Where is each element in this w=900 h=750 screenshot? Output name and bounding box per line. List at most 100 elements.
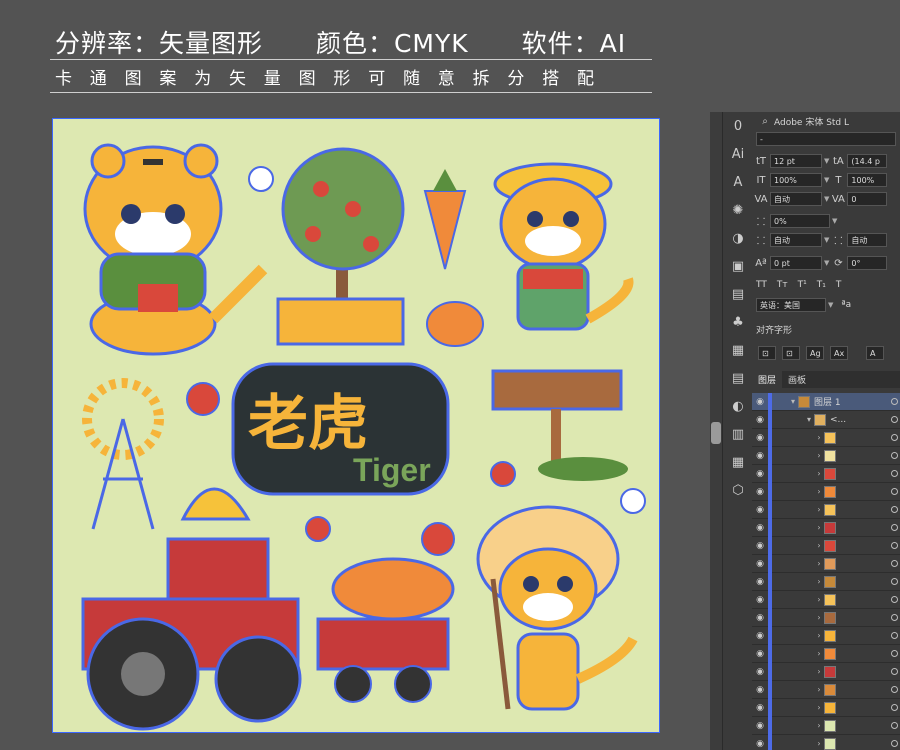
haystack[interactable] bbox=[180, 487, 251, 521]
chevron-down-icon[interactable]: ▼ bbox=[828, 301, 833, 309]
expand-arrow-icon[interactable]: › bbox=[814, 451, 824, 460]
tab-artboards[interactable]: 画板 bbox=[782, 371, 812, 388]
expand-arrow-icon[interactable]: › bbox=[814, 577, 824, 586]
target-circle-icon[interactable] bbox=[891, 488, 898, 495]
layer-row[interactable]: ◉ › bbox=[752, 698, 900, 717]
eye-icon[interactable]: ◉ bbox=[752, 703, 768, 713]
expand-arrow-icon[interactable]: › bbox=[814, 433, 824, 442]
expand-arrow-icon[interactable]: ▾ bbox=[788, 397, 798, 406]
tool-icon-1[interactable]: Ai bbox=[723, 140, 753, 168]
target-circle-icon[interactable] bbox=[891, 434, 898, 441]
target-circle-icon[interactable] bbox=[891, 686, 898, 693]
eye-icon[interactable]: ◉ bbox=[752, 631, 768, 641]
eye-icon[interactable]: ◉ bbox=[752, 469, 768, 479]
subscript-button[interactable]: T₁ bbox=[817, 280, 826, 290]
target-circle-icon[interactable] bbox=[891, 416, 898, 423]
expand-arrow-icon[interactable]: › bbox=[814, 469, 824, 478]
wooden-sign[interactable] bbox=[491, 369, 628, 481]
expand-arrow-icon[interactable]: › bbox=[814, 595, 824, 604]
superscript-button[interactable]: T¹ bbox=[798, 280, 807, 290]
aki-left-field[interactable]: 自动 bbox=[770, 233, 822, 247]
expand-arrow-icon[interactable]: › bbox=[814, 523, 824, 532]
font-search-row[interactable]: ⌕ Adobe 宋体 Std L bbox=[756, 112, 849, 130]
layer-row[interactable]: ◉ › bbox=[752, 734, 900, 750]
layer-row[interactable]: ◉ › bbox=[752, 518, 900, 537]
layer-row[interactable]: ◉ › bbox=[752, 662, 900, 681]
tool-icon-3[interactable]: ✺ bbox=[723, 196, 753, 224]
tool-icon-4[interactable]: ◑ bbox=[723, 224, 753, 252]
layer-name[interactable]: <... bbox=[830, 415, 846, 425]
expand-arrow-icon[interactable]: › bbox=[814, 631, 824, 640]
tool-icon-11[interactable]: ▥ bbox=[723, 420, 753, 448]
layer-row[interactable]: ◉ › bbox=[752, 572, 900, 591]
target-circle-icon[interactable] bbox=[891, 470, 898, 477]
layer-row[interactable]: ◉ › bbox=[752, 464, 900, 483]
expand-arrow-icon[interactable]: › bbox=[814, 649, 824, 658]
eye-icon[interactable]: ◉ bbox=[752, 559, 768, 569]
eye-icon[interactable]: ◉ bbox=[752, 397, 768, 407]
eye-icon[interactable]: ◉ bbox=[752, 577, 768, 587]
tool-icon-9[interactable]: ▤ bbox=[723, 364, 753, 392]
artboard[interactable]: 老虎 Tiger bbox=[52, 118, 660, 733]
layer-row[interactable]: ◉ › bbox=[752, 680, 900, 699]
tool-icon-2[interactable]: A bbox=[723, 168, 753, 196]
layer-row[interactable]: ◉ › bbox=[752, 644, 900, 663]
eye-icon[interactable]: ◉ bbox=[752, 613, 768, 623]
target-circle-icon[interactable] bbox=[891, 740, 898, 747]
tracking-field[interactable]: 0 bbox=[847, 192, 888, 206]
expand-arrow-icon[interactable]: › bbox=[814, 703, 824, 712]
layer-row[interactable]: ◉ › bbox=[752, 716, 900, 735]
layer-row[interactable]: ◉ › bbox=[752, 428, 900, 447]
layer-row[interactable]: ◉ › bbox=[752, 536, 900, 555]
vertical-scrollbar[interactable] bbox=[710, 112, 722, 750]
tool-icon-12[interactable]: ▦ bbox=[723, 448, 753, 476]
target-circle-icon[interactable] bbox=[891, 452, 898, 459]
target-circle-icon[interactable] bbox=[891, 578, 898, 585]
expand-arrow-icon[interactable]: › bbox=[814, 613, 824, 622]
layer-row[interactable]: ◉ › bbox=[752, 554, 900, 573]
all-caps-button[interactable]: TT bbox=[756, 280, 767, 290]
font-style-field[interactable]: - bbox=[756, 132, 896, 146]
target-circle-icon[interactable] bbox=[891, 632, 898, 639]
layer-row[interactable]: ◉ › bbox=[752, 590, 900, 609]
eye-icon[interactable]: ◉ bbox=[752, 433, 768, 443]
tiger-with-vegetables[interactable] bbox=[83, 143, 268, 356]
tractor[interactable] bbox=[81, 537, 302, 731]
eye-icon[interactable]: ◉ bbox=[752, 505, 768, 515]
tiger-with-pitchfork[interactable] bbox=[476, 505, 638, 711]
target-circle-icon[interactable] bbox=[891, 668, 898, 675]
eye-icon[interactable]: ◉ bbox=[752, 541, 768, 551]
expand-arrow-icon[interactable]: ▾ bbox=[804, 415, 814, 424]
tab-layers[interactable]: 图层 bbox=[752, 371, 783, 388]
font-size-field[interactable]: 12 pt bbox=[770, 154, 822, 168]
target-circle-icon[interactable] bbox=[891, 722, 898, 729]
tool-icon-5[interactable]: ▣ bbox=[723, 252, 753, 280]
eye-icon[interactable]: ◉ bbox=[752, 667, 768, 677]
layer-row[interactable]: ◉ › bbox=[752, 500, 900, 519]
underline-button[interactable]: T bbox=[836, 280, 842, 290]
target-circle-icon[interactable] bbox=[891, 650, 898, 657]
expand-arrow-icon[interactable]: › bbox=[814, 541, 824, 550]
tool-icon-13[interactable]: ⬡ bbox=[723, 476, 753, 504]
eye-icon[interactable]: ◉ bbox=[752, 595, 768, 605]
eye-icon[interactable]: ◉ bbox=[752, 523, 768, 533]
layer-row-main[interactable]: ◉ ▾ 图层 1 bbox=[752, 392, 900, 411]
small-caps-button[interactable]: Tт bbox=[777, 280, 788, 290]
target-circle-icon[interactable] bbox=[891, 542, 898, 549]
pumpkin[interactable] bbox=[426, 301, 484, 347]
font-style-row[interactable]: - bbox=[756, 130, 896, 148]
target-circle-icon[interactable] bbox=[891, 524, 898, 531]
eye-icon[interactable]: ◉ bbox=[752, 685, 768, 695]
vertical-scale-field[interactable]: 100% bbox=[770, 173, 822, 187]
expand-arrow-icon[interactable]: › bbox=[814, 487, 824, 496]
eye-icon[interactable]: ◉ bbox=[752, 415, 768, 425]
eye-icon[interactable]: ◉ bbox=[752, 487, 768, 497]
expand-arrow-icon[interactable]: › bbox=[814, 685, 824, 694]
tool-icon-7[interactable]: ♣ bbox=[723, 308, 753, 336]
glyph-align-button-3[interactable]: Ag bbox=[806, 346, 824, 360]
aki-right-field[interactable]: 自动 bbox=[847, 233, 888, 247]
expand-arrow-icon[interactable]: › bbox=[814, 739, 824, 748]
target-circle-icon[interactable] bbox=[891, 398, 898, 405]
expand-arrow-icon[interactable]: › bbox=[814, 559, 824, 568]
glyph-align-button-4[interactable]: Ax bbox=[830, 346, 848, 360]
